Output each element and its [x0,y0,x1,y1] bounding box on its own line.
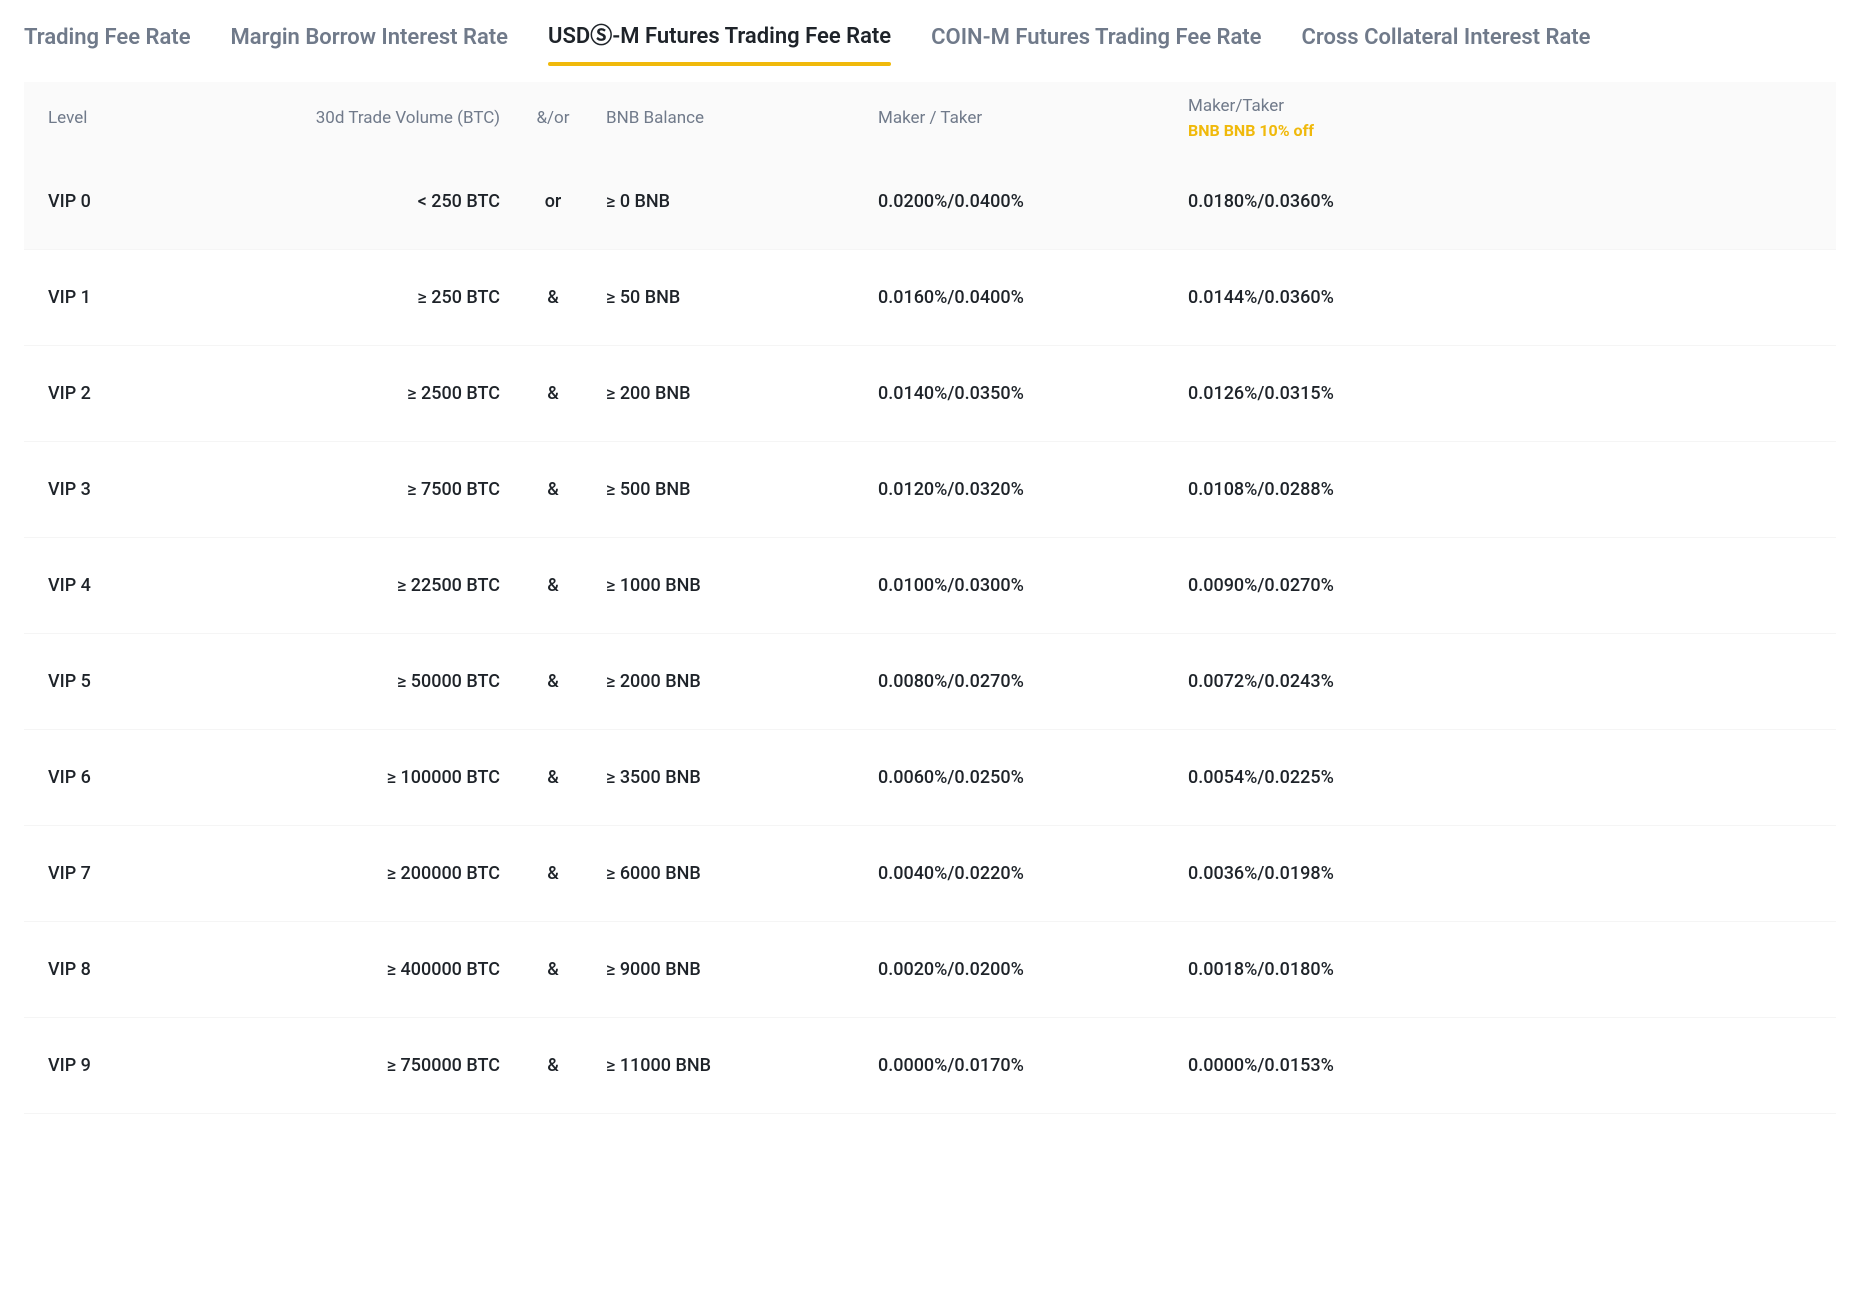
cell-maker: 0.0100%/0.0300% [858,575,1168,596]
cell-bnb: ≥ 500 BNB [598,479,858,500]
cell-level: VIP 6 [48,767,258,788]
cell-makerbnb: 0.0090%/0.0270% [1168,575,1478,596]
cell-maker: 0.0160%/0.0400% [858,287,1168,308]
tab-coinm-futures[interactable]: COIN-M Futures Trading Fee Rate [931,15,1261,64]
tab-trading-fee[interactable]: Trading Fee Rate [24,15,191,64]
cell-bnb: ≥ 2000 BNB [598,671,858,692]
table-row: VIP 2 ≥ 2500 BTC & ≥ 200 BNB 0.0140%/0.0… [24,346,1836,442]
cell-bnb: ≥ 6000 BNB [598,863,858,884]
cell-bnb: ≥ 9000 BNB [598,959,858,980]
table-row: VIP 7 ≥ 200000 BTC & ≥ 6000 BNB 0.0040%/… [24,826,1836,922]
cell-level: VIP 0 [48,191,258,212]
table-row: VIP 8 ≥ 400000 BTC & ≥ 9000 BNB 0.0020%/… [24,922,1836,1018]
cell-andor: & [508,575,598,596]
cell-volume: < 250 BTC [258,191,508,212]
cell-andor: & [508,767,598,788]
table-row: VIP 4 ≥ 22500 BTC & ≥ 1000 BNB 0.0100%/0… [24,538,1836,634]
cell-volume: ≥ 250 BTC [258,287,508,308]
cell-maker: 0.0040%/0.0220% [858,863,1168,884]
cell-level: VIP 3 [48,479,258,500]
header-makerbnb: Maker/Taker BNB BNB 10% off [1168,95,1478,142]
cell-level: VIP 8 [48,959,258,980]
cell-maker: 0.0020%/0.0200% [858,959,1168,980]
header-makerbnb-title: Maker/Taker [1188,95,1478,117]
cell-volume: ≥ 100000 BTC [258,767,508,788]
cell-level: VIP 2 [48,383,258,404]
cell-andor: or [508,191,598,212]
tab-margin-borrow[interactable]: Margin Borrow Interest Rate [231,15,508,64]
cell-maker: 0.0120%/0.0320% [858,479,1168,500]
cell-makerbnb: 0.0144%/0.0360% [1168,287,1478,308]
table-row: VIP 5 ≥ 50000 BTC & ≥ 2000 BNB 0.0080%/0… [24,634,1836,730]
cell-makerbnb: 0.0036%/0.0198% [1168,863,1478,884]
cell-andor: & [508,863,598,884]
cell-andor: & [508,959,598,980]
cell-volume: ≥ 7500 BTC [258,479,508,500]
cell-volume: ≥ 200000 BTC [258,863,508,884]
fee-table: Level 30d Trade Volume (BTC) &/or BNB Ba… [24,82,1836,1114]
tab-cross-collateral[interactable]: Cross Collateral Interest Rate [1302,15,1591,64]
table-row: VIP 1 ≥ 250 BTC & ≥ 50 BNB 0.0160%/0.040… [24,250,1836,346]
cell-andor: & [508,1055,598,1076]
cell-volume: ≥ 22500 BTC [258,575,508,596]
table-row: VIP 9 ≥ 750000 BTC & ≥ 11000 BNB 0.0000%… [24,1018,1836,1114]
cell-maker: 0.0080%/0.0270% [858,671,1168,692]
cell-makerbnb: 0.0108%/0.0288% [1168,479,1478,500]
cell-makerbnb: 0.0126%/0.0315% [1168,383,1478,404]
cell-volume: ≥ 2500 BTC [258,383,508,404]
cell-makerbnb: 0.0018%/0.0180% [1168,959,1478,980]
header-maker: Maker / Taker [858,108,1168,128]
cell-bnb: ≥ 1000 BNB [598,575,858,596]
cell-makerbnb: 0.0054%/0.0225% [1168,767,1478,788]
cell-bnb: ≥ 50 BNB [598,287,858,308]
cell-andor: & [508,287,598,308]
cell-level: VIP 7 [48,863,258,884]
cell-makerbnb: 0.0180%/0.0360% [1168,191,1478,212]
header-level: Level [48,108,258,128]
cell-andor: & [508,671,598,692]
cell-makerbnb: 0.0000%/0.0153% [1168,1055,1478,1076]
header-makerbnb-sub: BNB BNB 10% off [1188,121,1478,142]
cell-maker: 0.0140%/0.0350% [858,383,1168,404]
cell-bnb: ≥ 3500 BNB [598,767,858,788]
cell-maker: 0.0060%/0.0250% [858,767,1168,788]
cell-bnb: ≥ 0 BNB [598,191,858,212]
cell-bnb: ≥ 200 BNB [598,383,858,404]
table-row: VIP 0 < 250 BTC or ≥ 0 BNB 0.0200%/0.040… [24,154,1836,250]
table-header: Level 30d Trade Volume (BTC) &/or BNB Ba… [24,82,1836,154]
cell-level: VIP 1 [48,287,258,308]
cell-volume: ≥ 50000 BTC [258,671,508,692]
cell-volume: ≥ 400000 BTC [258,959,508,980]
header-bnb: BNB Balance [598,108,858,128]
cell-andor: & [508,479,598,500]
table-row: VIP 3 ≥ 7500 BTC & ≥ 500 BNB 0.0120%/0.0… [24,442,1836,538]
cell-makerbnb: 0.0072%/0.0243% [1168,671,1478,692]
tab-usdsm-futures[interactable]: USDⓈ-M Futures Trading Fee Rate [548,8,891,64]
table-row: VIP 6 ≥ 100000 BTC & ≥ 3500 BNB 0.0060%/… [24,730,1836,826]
cell-level: VIP 5 [48,671,258,692]
header-andor: &/or [508,108,598,128]
cell-bnb: ≥ 11000 BNB [598,1055,858,1076]
cell-maker: 0.0200%/0.0400% [858,191,1168,212]
tabs-bar: Trading Fee Rate Margin Borrow Interest … [24,8,1836,64]
cell-level: VIP 9 [48,1055,258,1076]
cell-andor: & [508,383,598,404]
cell-volume: ≥ 750000 BTC [258,1055,508,1076]
cell-level: VIP 4 [48,575,258,596]
header-volume: 30d Trade Volume (BTC) [258,108,508,128]
cell-maker: 0.0000%/0.0170% [858,1055,1168,1076]
